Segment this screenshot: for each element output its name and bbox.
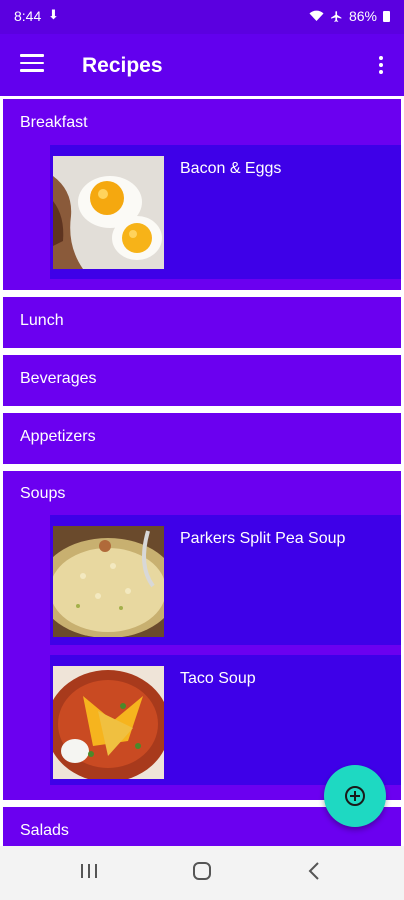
battery-level: 86% [348, 8, 377, 24]
status-time: 8:44 [14, 8, 42, 24]
status-bar: 8:44 ⬇ 86% [0, 0, 404, 34]
category-beverages[interactable]: Beverages [3, 355, 401, 406]
system-navigation-bar [0, 846, 404, 900]
category-appetizers[interactable]: Appetizers [3, 413, 401, 464]
recipe-item-bacon-eggs[interactable]: Bacon & Eggs [50, 145, 401, 279]
wifi-icon [309, 10, 324, 21]
category-label: Beverages [20, 370, 97, 387]
recipe-thumbnail [53, 526, 164, 637]
add-recipe-button[interactable] [324, 765, 386, 827]
recipe-thumbnail [53, 666, 164, 779]
back-icon[interactable] [304, 860, 326, 882]
recipe-item-split-pea-soup[interactable]: Parkers Split Pea Soup [50, 515, 401, 645]
airplane-icon [331, 10, 342, 22]
recipe-name: Parkers Split Pea Soup [180, 530, 346, 547]
category-label: Salads [20, 822, 69, 839]
category-label: Soups [20, 485, 66, 502]
more-vert-icon[interactable] [378, 56, 384, 76]
add-circle-icon [345, 786, 365, 806]
category-soups[interactable]: Soups Parkers Split Pea Soup Taco Soup [3, 471, 401, 800]
battery-icon [383, 10, 390, 22]
recents-icon[interactable] [78, 860, 100, 882]
recipe-name: Bacon & Eggs [180, 160, 282, 177]
page-title: Recipes [82, 54, 163, 77]
category-label: Appetizers [20, 428, 96, 445]
recipe-thumbnail [53, 156, 164, 269]
hamburger-menu-icon[interactable] [20, 54, 44, 74]
category-label: Lunch [20, 312, 64, 329]
app-bar: Recipes [0, 34, 404, 96]
category-lunch[interactable]: Lunch [3, 297, 401, 348]
status-icons: 86% [309, 8, 390, 24]
category-label: Breakfast [20, 114, 88, 131]
home-icon[interactable] [191, 860, 213, 882]
recipe-name: Taco Soup [180, 670, 256, 687]
category-list[interactable]: Breakfast Bacon & Eggs Lunch Beverages A… [0, 96, 404, 846]
download-icon: ⬇ [48, 7, 59, 22]
category-breakfast[interactable]: Breakfast Bacon & Eggs [3, 99, 401, 290]
